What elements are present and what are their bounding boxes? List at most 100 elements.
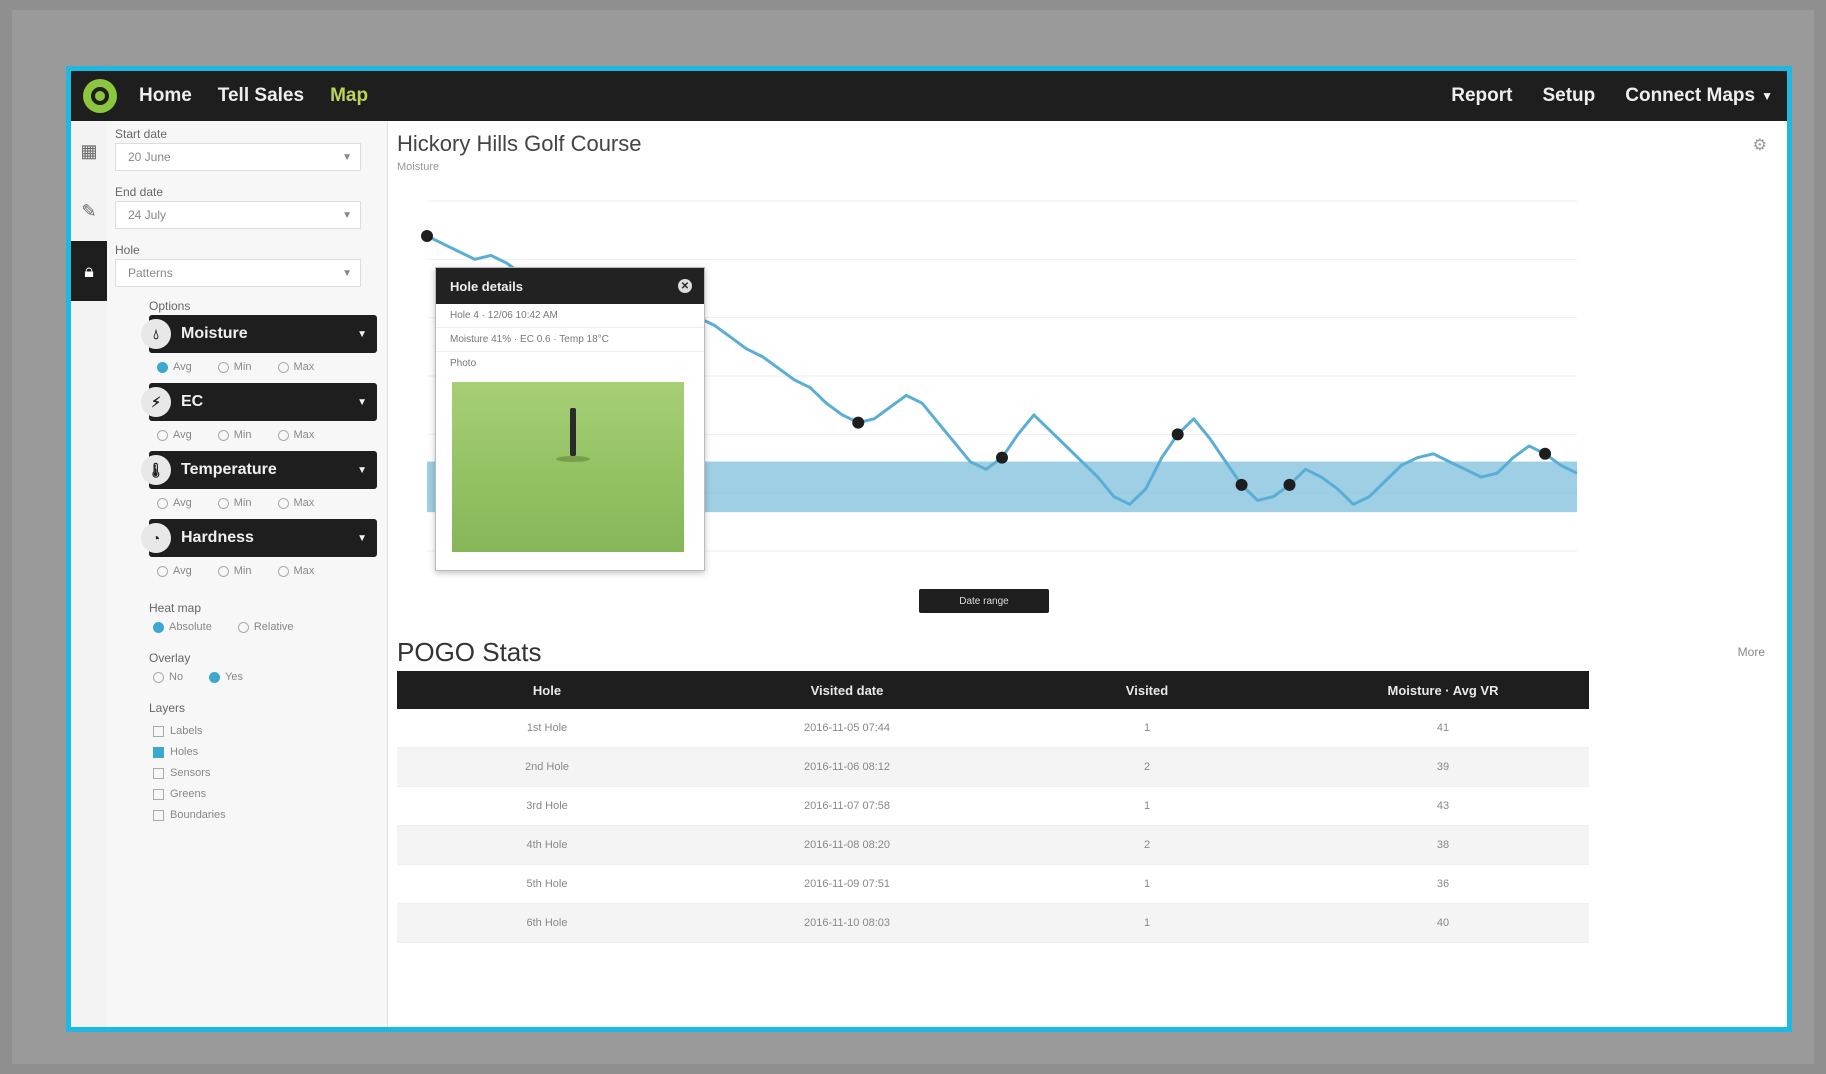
data-point (1235, 478, 1248, 491)
cell-visited: 1 (1143, 800, 1151, 812)
table-title: POGO Stats (397, 637, 542, 667)
data-point (1539, 447, 1552, 460)
popup-line-1: Hole 4 · 12/06 10:42 AM (436, 304, 704, 328)
settings-icon[interactable]: ⚙︎ (1753, 135, 1767, 155)
end-date-value: 24 July (128, 208, 167, 222)
data-point (421, 230, 433, 242)
nav-account-menu[interactable]: Connect Maps (1625, 85, 1755, 107)
cell-moisture: 38 (1436, 839, 1450, 851)
cell-visited: 1 (1143, 878, 1151, 890)
app-logo-icon[interactable] (83, 79, 117, 113)
popup-line-2: Moisture 41% · EC 0.6 · Temp 18°C (436, 328, 704, 352)
calendar-icon[interactable]: ▦ (71, 121, 107, 181)
table-row[interactable]: 6th Hole 2016-11-10 08:03 1 40 (397, 904, 1589, 943)
layer-labels[interactable]: Labels (153, 721, 226, 742)
chevron-down-icon: ▼ (357, 464, 367, 476)
icon-rail: ▦ ✎ 🔒︎ (71, 121, 108, 1027)
start-date-select[interactable]: 20 June ▼ (115, 143, 361, 171)
chevron-down-icon[interactable]: ▼ (1761, 89, 1773, 103)
option-avg[interactable]: Avg (157, 361, 192, 373)
layer-boundaries[interactable]: Boundaries (153, 805, 226, 826)
table-more-link[interactable]: More (1738, 645, 1765, 659)
table-row[interactable]: 2nd Hole 2016-11-06 08:12 2 39 (397, 748, 1589, 787)
table-row[interactable]: 3rd Hole 2016-11-07 07:58 1 43 (397, 787, 1589, 826)
nav-tell-sales[interactable]: Tell Sales (218, 85, 304, 107)
filter-sidebar: Start date 20 June ▼ End date 24 July ▼ Ho… (107, 121, 388, 1027)
header-moisture[interactable]: Moisture · Avg VR (1297, 683, 1589, 698)
cell-visited: 1 (1143, 722, 1151, 734)
option-min[interactable]: Min (217, 497, 252, 509)
header-visited[interactable]: Visited (997, 683, 1297, 698)
table-row[interactable]: 1st Hole 2016-11-05 07:44 1 41 (397, 709, 1589, 748)
cell-moisture: 41 (1436, 722, 1450, 734)
chart-title: Hickory Hills Golf Course (397, 131, 642, 156)
end-date-select[interactable]: 24 July ▼ (115, 201, 361, 229)
layer-sensors[interactable]: Sensors (153, 763, 226, 784)
metric-ec[interactable]: ⚡︎ EC ▼ (141, 383, 377, 421)
lock-icon[interactable]: 🔒︎ (71, 241, 107, 301)
layers-label: Layers (149, 701, 186, 715)
pencil-icon[interactable]: ✎ (71, 181, 107, 241)
flagstick-image (570, 408, 576, 456)
metric-moisture[interactable]: 💧︎ Moisture ▼ (141, 315, 377, 353)
header-visited-date[interactable]: Visited date (697, 683, 997, 698)
option-avg[interactable]: Avg (157, 497, 192, 509)
option-min[interactable]: Min (217, 361, 252, 373)
option-min[interactable]: Min (217, 429, 252, 441)
hole-photo[interactable] (452, 382, 684, 552)
option-max[interactable]: Max (277, 497, 314, 509)
layer-holes[interactable]: Holes (153, 742, 226, 763)
cell-hole: 4th Hole (526, 839, 568, 851)
table-header: Hole Visited date Visited Moisture · Avg… (397, 671, 1589, 709)
nav-map[interactable]: Map (330, 85, 368, 107)
metric-label: Temperature (181, 461, 277, 478)
layers-list: Labels Holes Sensors Greens Boundaries (153, 721, 226, 826)
option-avg[interactable]: Avg (157, 429, 192, 441)
cell-hole: 3rd Hole (526, 800, 568, 812)
data-point (852, 416, 865, 429)
cell-hole: 6th Hole (526, 917, 568, 929)
chevron-down-icon: ▼ (357, 532, 367, 544)
option-max[interactable]: Max (277, 565, 314, 577)
date-range-button[interactable]: Date range (919, 589, 1049, 613)
end-date-label: End date (115, 185, 164, 199)
pogo-stats-table: Hole Visited date Visited Moisture · Avg… (397, 671, 1589, 943)
metric-temperature[interactable]: 🌡︎ Temperature ▼ (141, 451, 377, 489)
heatmap-options: Absolute Relative (153, 621, 294, 633)
nav-setup[interactable]: Setup (1542, 85, 1595, 107)
nav-home[interactable]: Home (139, 85, 192, 107)
option-min[interactable]: Min (217, 565, 252, 577)
layer-greens[interactable]: Greens (153, 784, 226, 805)
heatmap-relative[interactable]: Relative (237, 621, 294, 633)
temperature-options: Avg Min Max (157, 497, 314, 509)
hole-details-popup: Hole details ✕ Hole 4 · 12/06 10:42 AM M… (435, 267, 705, 571)
table-row[interactable]: 5th Hole 2016-11-09 07:51 1 36 (397, 865, 1589, 904)
option-avg[interactable]: Avg (157, 565, 192, 577)
option-max[interactable]: Max (277, 361, 314, 373)
close-icon[interactable]: ✕ (678, 279, 692, 293)
chart-subtitle: Moisture (397, 161, 440, 173)
gauge-icon: ◔ (141, 523, 171, 553)
ec-options: Avg Min Max (157, 429, 314, 441)
overlay-options: No Yes (153, 671, 243, 683)
overlay-yes[interactable]: Yes (209, 671, 243, 683)
cell-visited: 2 (1143, 839, 1151, 851)
header-hole[interactable]: Hole (397, 683, 697, 698)
heatmap-absolute[interactable]: Absolute (153, 621, 212, 633)
option-max[interactable]: Max (277, 429, 314, 441)
chevron-down-icon: ▼ (342, 209, 352, 221)
data-point (1283, 478, 1296, 491)
nav-report[interactable]: Report (1451, 85, 1512, 107)
chevron-down-icon: ▼ (357, 328, 367, 340)
hardness-options: Avg Min Max (157, 565, 314, 577)
top-navbar: Home Tell Sales Map Report Setup Connect… (71, 71, 1787, 121)
table-row[interactable]: 4th Hole 2016-11-08 08:20 2 38 (397, 826, 1589, 865)
metric-hardness[interactable]: ◔ Hardness ▼ (141, 519, 377, 557)
cell-moisture: 36 (1436, 878, 1450, 890)
overlay-no[interactable]: No (153, 671, 183, 683)
popup-line-3: Photo (450, 358, 477, 369)
main-content: Hickory Hills Golf Course Moisture ⚙︎ Da… (387, 121, 1787, 1027)
cell-moisture: 40 (1436, 917, 1450, 929)
heatmap-label: Heat map (149, 601, 202, 615)
hole-select[interactable]: Patterns ▼ (115, 259, 361, 287)
